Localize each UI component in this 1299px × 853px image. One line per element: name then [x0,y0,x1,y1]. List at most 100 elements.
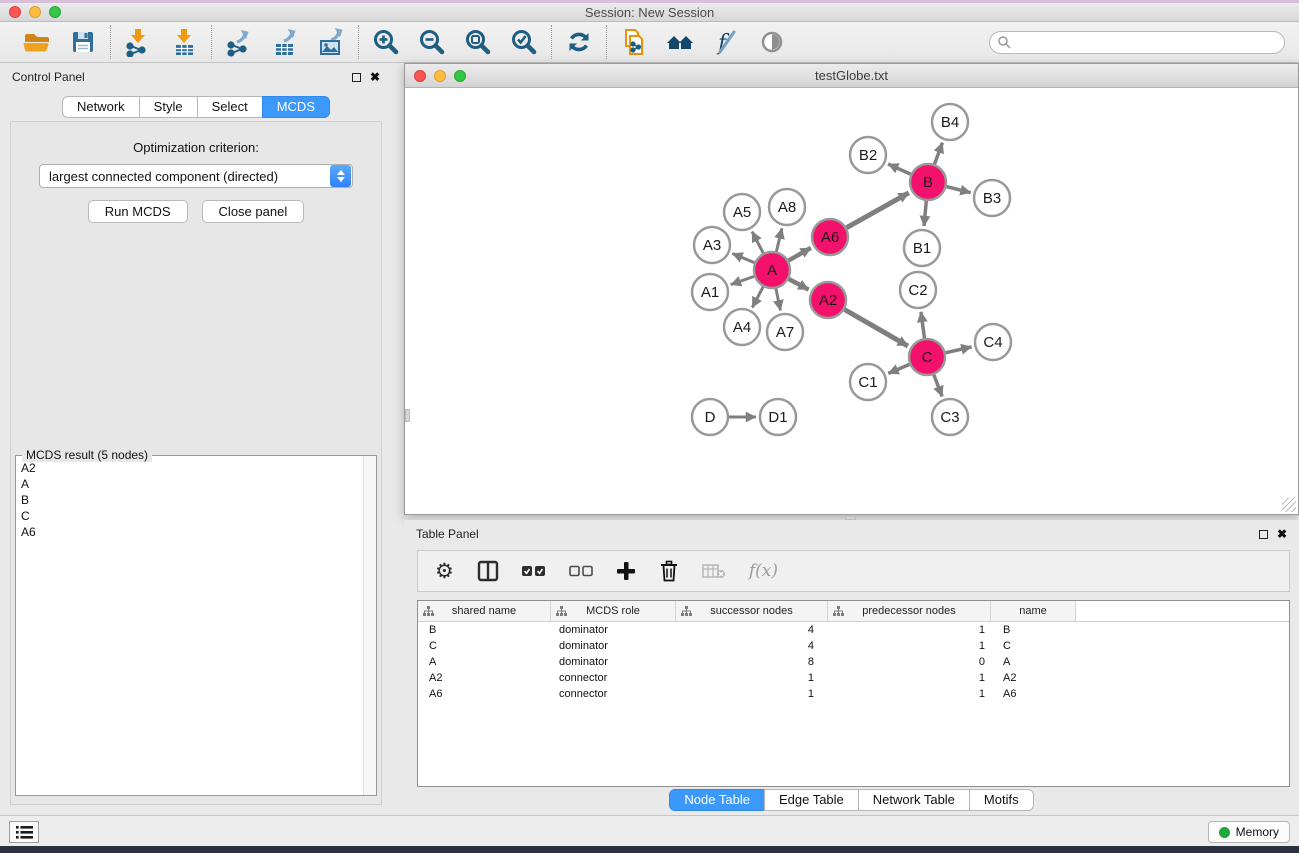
tab-select[interactable]: Select [197,96,263,118]
mcds-result-item[interactable]: A6 [16,524,363,540]
graph-node-C1[interactable]: C1 [850,364,886,400]
graph-node-A4[interactable]: A4 [724,309,760,345]
tab-network-table[interactable]: Network Table [858,789,970,811]
column-header-name[interactable]: name [991,601,1076,621]
edge-B-B2[interactable] [888,164,911,174]
column-header-mcds-role[interactable]: MCDS role [551,601,676,621]
graph-node-C2[interactable]: C2 [900,272,936,308]
import-table-icon[interactable] [168,26,200,58]
edge-A-A6[interactable] [789,248,811,261]
show-all-networks-home-icon[interactable] [664,26,696,58]
refresh-layout-icon[interactable] [563,26,595,58]
edge-A2-C[interactable] [844,309,907,346]
graph-node-A2[interactable]: A2 [810,282,846,318]
edge-B-B4[interactable] [935,143,943,165]
network-canvas[interactable]: B4 B2 B B3 B1 A5A8 A3 A6 A A1 C2 A2 A4A7 C C1 C4 C3 D D1 [405,88,1298,514]
column-header-predecessor-nodes[interactable]: predecessor nodes [828,601,991,621]
graph-node-B1[interactable]: B1 [904,230,940,266]
graph-node-C[interactable]: C [909,339,945,375]
column-header-successor-nodes[interactable]: successor nodes [676,601,828,621]
column-header-shared-name[interactable]: shared name [418,601,551,621]
edge-A-A1[interactable] [731,276,754,284]
edge-C-C2[interactable] [921,312,925,338]
graph-node-C4[interactable]: C4 [975,324,1011,360]
graph-node-A5[interactable]: A5 [724,194,760,230]
task-history-button[interactable] [9,821,39,843]
edge-A-A4[interactable] [752,287,763,308]
column-selector-icon[interactable] [477,560,499,582]
close-panel-icon[interactable]: ✖ [370,71,380,83]
table-row[interactable]: Bdominator41B [418,622,1289,638]
table-row[interactable]: A2connector11A2 [418,670,1289,686]
edge-B-B3[interactable] [946,187,970,193]
toggle-graphics-details-icon[interactable]: f [710,26,742,58]
mcds-result-item[interactable]: A2 [16,460,363,476]
edge-C-C4[interactable] [946,347,972,353]
close-panel-button[interactable]: Close panel [202,200,305,223]
graph-node-A3[interactable]: A3 [694,227,730,263]
show-hide-eye-icon[interactable] [756,26,788,58]
splitter-grip-icon[interactable] [405,409,410,422]
mcds-result-item[interactable]: A [16,476,363,492]
tab-mcds[interactable]: MCDS [262,96,330,118]
clone-network-icon[interactable] [618,26,650,58]
graph-node-A1[interactable]: A1 [692,274,728,310]
mcds-list-scrollbar[interactable] [363,456,376,795]
graph-node-C3[interactable]: C3 [932,399,968,435]
close-table-panel-icon[interactable]: ✖ [1277,528,1287,540]
memory-button[interactable]: Memory [1208,821,1290,843]
graph-node-B4[interactable]: B4 [932,104,968,140]
float-panel-icon[interactable] [352,73,361,82]
save-session-icon[interactable] [67,26,99,58]
tab-node-table[interactable]: Node Table [669,789,765,811]
open-session-icon[interactable] [21,26,53,58]
tab-style[interactable]: Style [139,96,198,118]
graph-node-D1[interactable]: D1 [760,399,796,435]
edge-A6-B[interactable] [847,193,909,228]
zoom-out-icon[interactable] [416,26,448,58]
edge-A-A8[interactable] [776,228,782,251]
export-table-icon[interactable] [269,26,301,58]
graph-node-A[interactable]: A [754,252,790,288]
graph-node-A7[interactable]: A7 [767,314,803,350]
table-row[interactable]: Adominator80A [418,654,1289,670]
zoom-in-icon[interactable] [370,26,402,58]
float-table-panel-icon[interactable] [1259,530,1268,539]
tab-network[interactable]: Network [62,96,140,118]
edge-C-C1[interactable] [888,364,909,373]
window-resize-grip-icon[interactable] [1282,498,1296,512]
edge-A-A3[interactable] [732,253,754,262]
table-row[interactable]: A6connector11A6 [418,686,1289,702]
edge-C-C3[interactable] [934,375,942,397]
tab-motifs[interactable]: Motifs [969,789,1034,811]
mcds-result-item[interactable]: B [16,492,363,508]
run-mcds-button[interactable]: Run MCDS [88,200,188,223]
edge-B-B1[interactable] [924,201,926,226]
add-column-icon[interactable] [616,561,636,581]
graph-node-A8[interactable]: A8 [769,189,805,225]
node-table[interactable]: shared nameMCDS rolesuccessor nodesprede… [417,600,1290,787]
table-row[interactable]: Cdominator41C [418,638,1289,654]
table-settings-gear-icon[interactable]: ⚙ [435,561,454,582]
optimization-criterion-select[interactable]: largest connected component (directed) [39,164,353,188]
network-graph[interactable]: B4 B2 B B3 B1 A5A8 A3 A6 A A1 C2 A2 A4A7 C C1 C4 C3 D D1 [405,88,1298,514]
deselect-all-icon[interactable] [569,565,593,577]
edge-A-A5[interactable] [752,232,763,254]
delete-column-trash-icon[interactable] [659,560,679,582]
graph-node-A6[interactable]: A6 [812,219,848,255]
mcds-result-item[interactable]: C [16,508,363,524]
edge-A-A7[interactable] [776,289,781,311]
export-network-icon[interactable] [223,26,255,58]
graph-node-B2[interactable]: B2 [850,137,886,173]
export-image-icon[interactable] [315,26,347,58]
zoom-selected-icon[interactable] [508,26,540,58]
graph-node-B3[interactable]: B3 [974,180,1010,216]
graph-node-B[interactable]: B [910,164,946,200]
graph-node-D[interactable]: D [692,399,728,435]
tab-edge-table[interactable]: Edge Table [764,789,859,811]
import-network-icon[interactable] [122,26,154,58]
zoom-fit-icon[interactable] [462,26,494,58]
edge-A-A2[interactable] [789,279,809,290]
select-all-icon[interactable] [522,565,546,577]
search-input[interactable] [989,31,1285,54]
